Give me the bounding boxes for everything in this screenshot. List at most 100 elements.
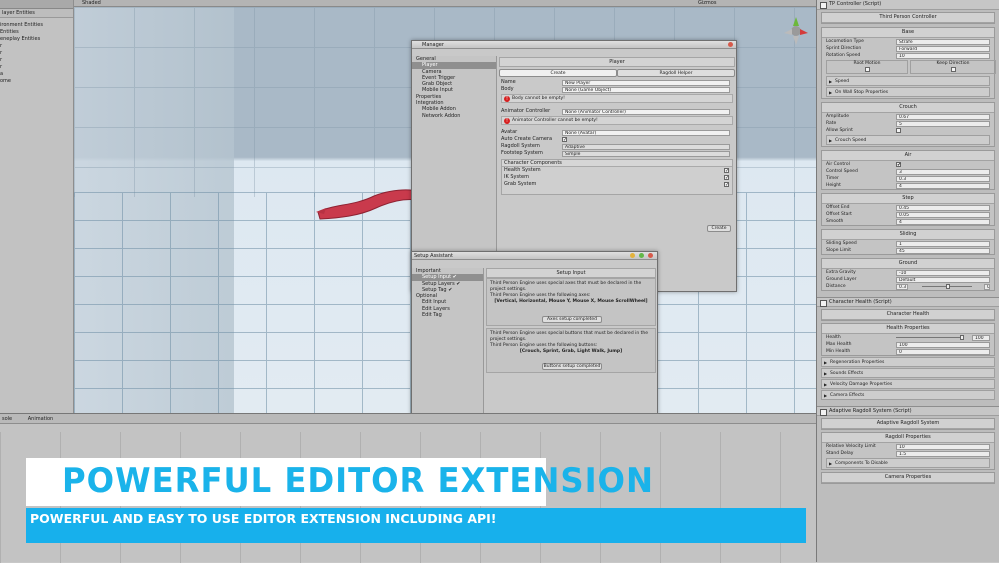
scene-gizmo-icon[interactable] xyxy=(782,13,810,47)
nav-item-network-addon[interactable]: Network Addon xyxy=(412,113,496,119)
setup-assistant-window: Setup Assistant Important Setup Input ✔ … xyxy=(411,251,658,424)
gizmos-dropdown[interactable]: Gizmos xyxy=(698,0,716,7)
window-minimize-icon[interactable] xyxy=(630,253,635,258)
rate-field[interactable]: 5 xyxy=(896,120,990,127)
locomotion-type-dropdown[interactable]: Strafe xyxy=(896,38,990,45)
ground-layer-dropdown[interactable]: Default xyxy=(896,276,990,283)
height-field[interactable]: 4 xyxy=(896,182,990,189)
axes-setup-button[interactable]: Axes setup completed xyxy=(542,316,602,323)
shading-mode-dropdown[interactable]: Shaded xyxy=(82,0,101,7)
nav-item-edit-tag[interactable]: Edit Tag xyxy=(412,312,483,318)
name-field[interactable]: New Player xyxy=(562,79,730,86)
health-system-checkbox[interactable]: ✓ xyxy=(724,168,729,174)
slope-limit-field[interactable]: 45 xyxy=(896,247,990,254)
window-maximize-icon[interactable] xyxy=(639,253,644,258)
wall-stop-foldout[interactable]: On Wall Stop Properties xyxy=(826,87,990,97)
crouch-speed-foldout[interactable]: Crouch Speed xyxy=(826,135,990,145)
tab-ragdoll-helper[interactable]: Ragdoll Helper xyxy=(617,69,735,77)
component-label: Grab System xyxy=(504,181,537,187)
sound-effects-foldout[interactable]: Sounds Effects xyxy=(821,368,995,378)
distance-max-field[interactable]: 0.5 xyxy=(984,283,990,290)
hierarchy-item[interactable]: eneplay Entities xyxy=(0,36,73,43)
hierarchy-item[interactable]: r xyxy=(0,50,73,57)
offset-start-field[interactable]: 0.05 xyxy=(896,211,990,218)
health-slider[interactable] xyxy=(896,337,964,338)
setup-section-title: Setup Input xyxy=(486,268,656,278)
manager-title-bar[interactable]: Manager xyxy=(412,41,736,49)
prop-row: Timer 0.3 xyxy=(822,175,994,182)
auto-camera-row: Auto Create Camera ✓ xyxy=(499,136,735,143)
prop-label: Height xyxy=(826,183,841,188)
adaptive-ragdoll-header[interactable]: Adaptive Ragdoll System (Script) xyxy=(817,406,999,416)
allow-sprint-checkbox[interactable] xyxy=(896,128,901,133)
air-control-checkbox[interactable]: ✔ xyxy=(896,162,901,168)
hierarchy-item[interactable]: a xyxy=(0,71,73,78)
window-close-icon[interactable] xyxy=(648,253,653,258)
amplitude-field[interactable]: 0.67 xyxy=(896,113,990,120)
ground-title: Ground xyxy=(822,259,994,269)
rotation-speed-field[interactable]: 10 xyxy=(896,52,990,59)
ragdoll-arm-model[interactable] xyxy=(314,182,424,227)
prop-row: Ground Layer Default xyxy=(822,276,994,283)
distance-slider-handle[interactable] xyxy=(946,284,950,289)
tab-animation[interactable]: Animation xyxy=(28,416,54,422)
prop-row: Slope Limit 45 xyxy=(822,247,994,254)
camera-effects-foldout[interactable]: Camera Effects xyxy=(821,390,995,400)
banner-subtitle-box: POWERFUL AND EASY TO USE EDITOR EXTENSIO… xyxy=(26,508,806,543)
grab-system-checkbox[interactable]: ✓ xyxy=(724,182,729,188)
root-motion-checkbox[interactable] xyxy=(864,67,870,72)
extra-gravity-field[interactable]: -10 xyxy=(896,269,990,276)
timer-field[interactable]: 0.3 xyxy=(896,175,990,182)
animator-object-field[interactable]: None (Animator Controller) xyxy=(562,108,730,115)
body-row: Body None (Game Object) xyxy=(499,86,735,93)
ground-panel: Ground Extra Gravity -10 Ground Layer Defa… xyxy=(821,258,995,291)
keep-direction-checkbox[interactable] xyxy=(950,67,956,72)
buttons-setup-button[interactable]: Buttons setup completed xyxy=(542,363,602,370)
smooth-field[interactable]: 4 xyxy=(896,218,990,225)
axes-text-1: Third Person Engine uses special axes th… xyxy=(490,281,642,292)
health-slider-handle[interactable] xyxy=(960,335,964,340)
hierarchy-item[interactable]: ironment Entities xyxy=(0,22,73,29)
max-health-field[interactable]: 100 xyxy=(896,341,990,348)
root-motion-label: Root Motion xyxy=(853,61,881,66)
regeneration-foldout[interactable]: Regeneration Properties xyxy=(821,357,995,367)
components-disable-foldout[interactable]: Components To Disable xyxy=(826,458,990,468)
avatar-object-field[interactable]: None (Avatar) xyxy=(562,129,730,136)
prop-row: Relative Velocity Limit 10 xyxy=(822,443,994,450)
hierarchy-item[interactable]: r xyxy=(0,57,73,64)
create-button[interactable]: Create xyxy=(707,225,731,232)
ragdoll-dropdown[interactable]: Adaptive xyxy=(562,143,730,150)
character-health-header[interactable]: Character Health (Script) xyxy=(817,297,999,307)
min-health-field[interactable]: 0 xyxy=(896,348,990,355)
banner-title-box: POWERFUL EDITOR EXTENSION xyxy=(26,458,653,506)
prop-label: Min Health xyxy=(826,349,851,354)
hierarchy-item[interactable]: r xyxy=(0,43,73,50)
hierarchy-item[interactable]: r xyxy=(0,64,73,71)
ik-system-checkbox[interactable]: ✓ xyxy=(724,175,729,181)
hierarchy-item[interactable]: Entities xyxy=(0,29,73,36)
velocity-damage-foldout[interactable]: Velocity Damage Properties xyxy=(821,379,995,389)
tab-create[interactable]: Create xyxy=(499,69,617,77)
health-properties-panel: Health Properties Health 100 Max Health 1… xyxy=(821,323,995,356)
setup-title-bar[interactable]: Setup Assistant xyxy=(412,252,657,260)
speed-foldout[interactable]: Speed xyxy=(826,76,990,86)
tab-console[interactable]: sole xyxy=(2,416,12,422)
health-field[interactable]: 100 xyxy=(972,334,990,341)
prop-row: Offset End 0.45 xyxy=(822,204,994,211)
prop-label: Relative Velocity Limit xyxy=(826,444,876,449)
prop-label: Allow Sprint xyxy=(826,128,853,133)
auto-camera-checkbox[interactable]: ✓ xyxy=(562,137,567,143)
window-close-icon[interactable] xyxy=(728,42,733,47)
sliding-speed-field[interactable]: 1 xyxy=(896,240,990,247)
distance-min-field[interactable]: 0.3 xyxy=(896,283,908,290)
stand-delay-field[interactable]: 1.5 xyxy=(896,450,990,457)
tp-controller-header[interactable]: TP Controller (Script) xyxy=(817,0,999,10)
hierarchy-item[interactable]: ome xyxy=(0,78,73,85)
body-object-field[interactable]: None (Game Object) xyxy=(562,86,730,93)
adaptive-ragdoll-title: Adaptive Ragdoll System xyxy=(822,419,994,429)
control-speed-field[interactable]: 3 xyxy=(896,168,990,175)
velocity-limit-field[interactable]: 10 xyxy=(896,443,990,450)
offset-end-field[interactable]: 0.45 xyxy=(896,204,990,211)
sprint-direction-dropdown[interactable]: Forward xyxy=(896,45,990,52)
footstep-dropdown[interactable]: Simple xyxy=(562,150,730,157)
